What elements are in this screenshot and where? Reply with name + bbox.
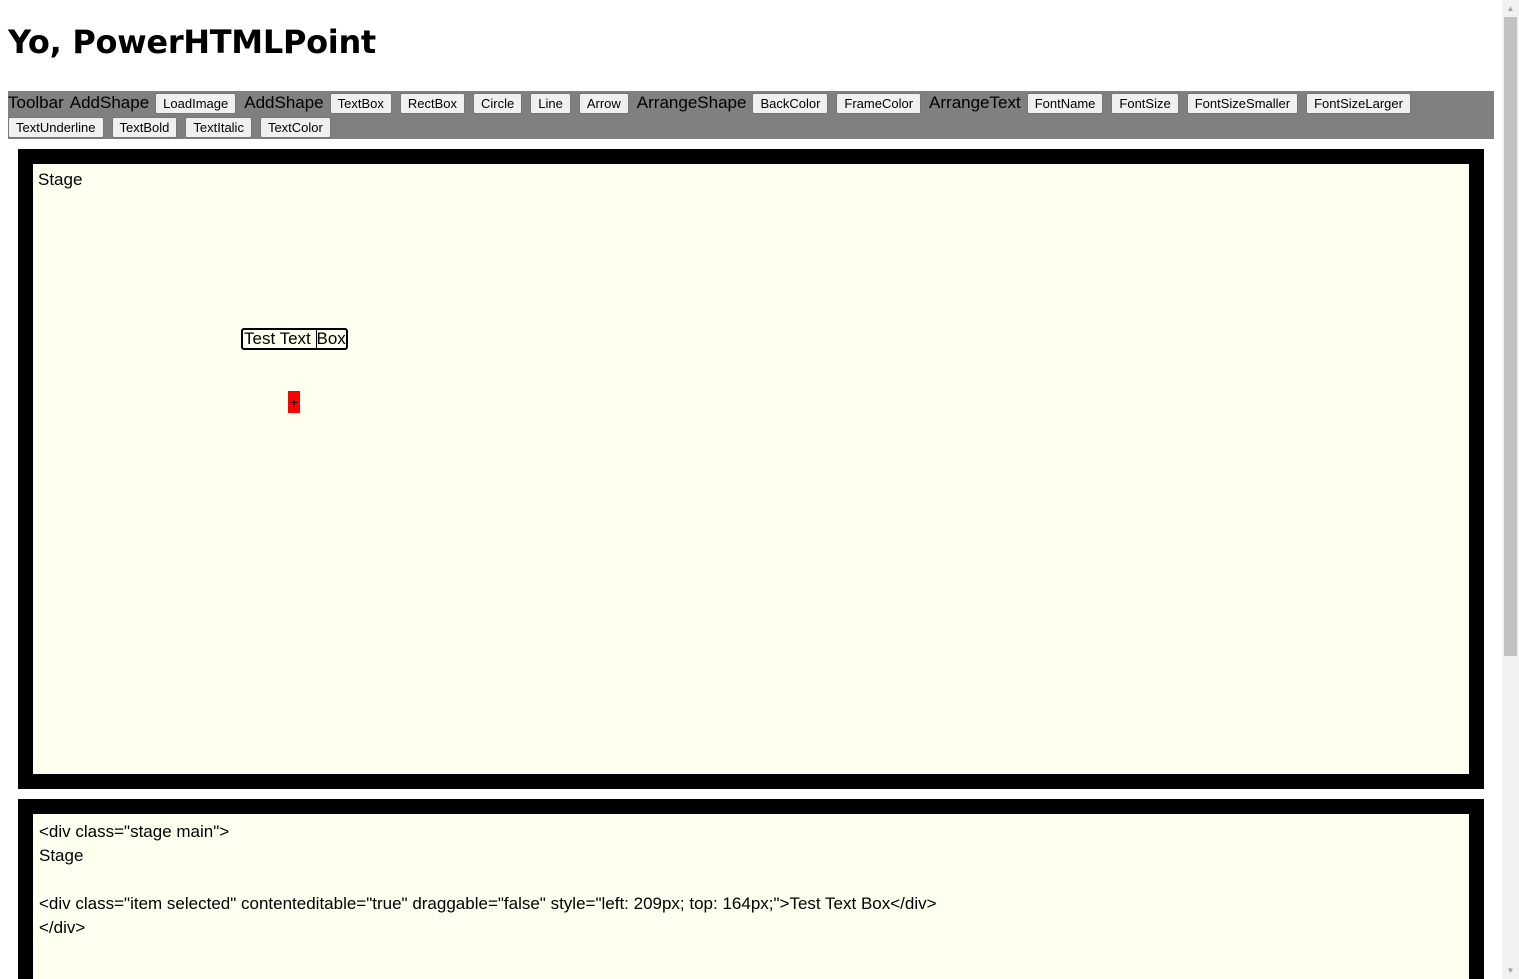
loadimage-button[interactable]: LoadImage bbox=[155, 92, 237, 114]
textcolor-button[interactable]: TextColor bbox=[259, 116, 331, 138]
text-box-content-after-caret: Box bbox=[316, 329, 346, 348]
backcolor-button[interactable]: BackColor bbox=[752, 92, 829, 114]
fontsize-button[interactable]: FontSize bbox=[1111, 92, 1179, 114]
source-line: <div class="item selected" contenteditab… bbox=[39, 894, 937, 913]
vertical-scrollbar[interactable]: ▲ ▼ bbox=[1502, 0, 1519, 979]
framecolor-button[interactable]: FrameColor bbox=[836, 92, 922, 114]
rectbox-button[interactable]: RectBox bbox=[399, 92, 466, 114]
toolbar-label: Toolbar bbox=[8, 93, 64, 112]
source-line: </div> bbox=[39, 918, 86, 937]
source-line: Stage bbox=[39, 846, 84, 865]
addshape-label: AddShape bbox=[69, 93, 150, 112]
fontname-button[interactable]: FontName bbox=[1026, 92, 1104, 114]
text-box-content-before-caret: Test Text bbox=[244, 329, 316, 348]
html-source-code: <div class="stage main"> Stage ​ <div class… bbox=[39, 820, 937, 940]
stage-label: Stage bbox=[38, 170, 83, 189]
textbold-button[interactable]: TextBold bbox=[111, 116, 178, 138]
selected-text-box[interactable]: Test Text Box bbox=[241, 328, 348, 350]
arrangeshape-label: ArrangeShape bbox=[636, 93, 747, 112]
scrollbar-thumb[interactable] bbox=[1504, 17, 1517, 656]
page-title: Yo, PowerHTMLPoint bbox=[8, 23, 376, 61]
arrangetext-label: ArrangeText bbox=[929, 93, 1021, 112]
circle-button[interactable]: Circle bbox=[473, 92, 523, 114]
move-handle[interactable]: + bbox=[288, 391, 300, 413]
arrow-button[interactable]: Arrow bbox=[578, 92, 629, 114]
addshape-label-2: AddShape bbox=[244, 93, 324, 112]
textunderline-button[interactable]: TextUnderline bbox=[8, 116, 104, 138]
source-line: <div class="stage main"> bbox=[39, 822, 230, 841]
scroll-up-arrow-icon[interactable]: ▲ bbox=[1502, 0, 1519, 17]
page: Yo, PowerHTMLPoint Toolbar AddShape LoadIm… bbox=[0, 0, 1519, 979]
html-source-panel: <div class="stage main"> Stage ​ <div class… bbox=[18, 799, 1484, 979]
toolbar: Toolbar AddShape LoadImage AddShape TextBox R… bbox=[8, 91, 1494, 139]
textitalic-button[interactable]: TextItalic bbox=[185, 116, 252, 138]
source-line: ​ bbox=[39, 868, 937, 892]
textbox-button[interactable]: TextBox bbox=[329, 92, 392, 114]
fontsizelarger-button[interactable]: FontSizeLarger bbox=[1306, 92, 1411, 114]
fontsizesmaller-button[interactable]: FontSizeSmaller bbox=[1186, 92, 1299, 114]
stage[interactable]: Stage Test Text Box + bbox=[18, 149, 1484, 789]
scroll-down-arrow-icon[interactable]: ▼ bbox=[1502, 962, 1519, 979]
line-button[interactable]: Line bbox=[530, 92, 571, 114]
